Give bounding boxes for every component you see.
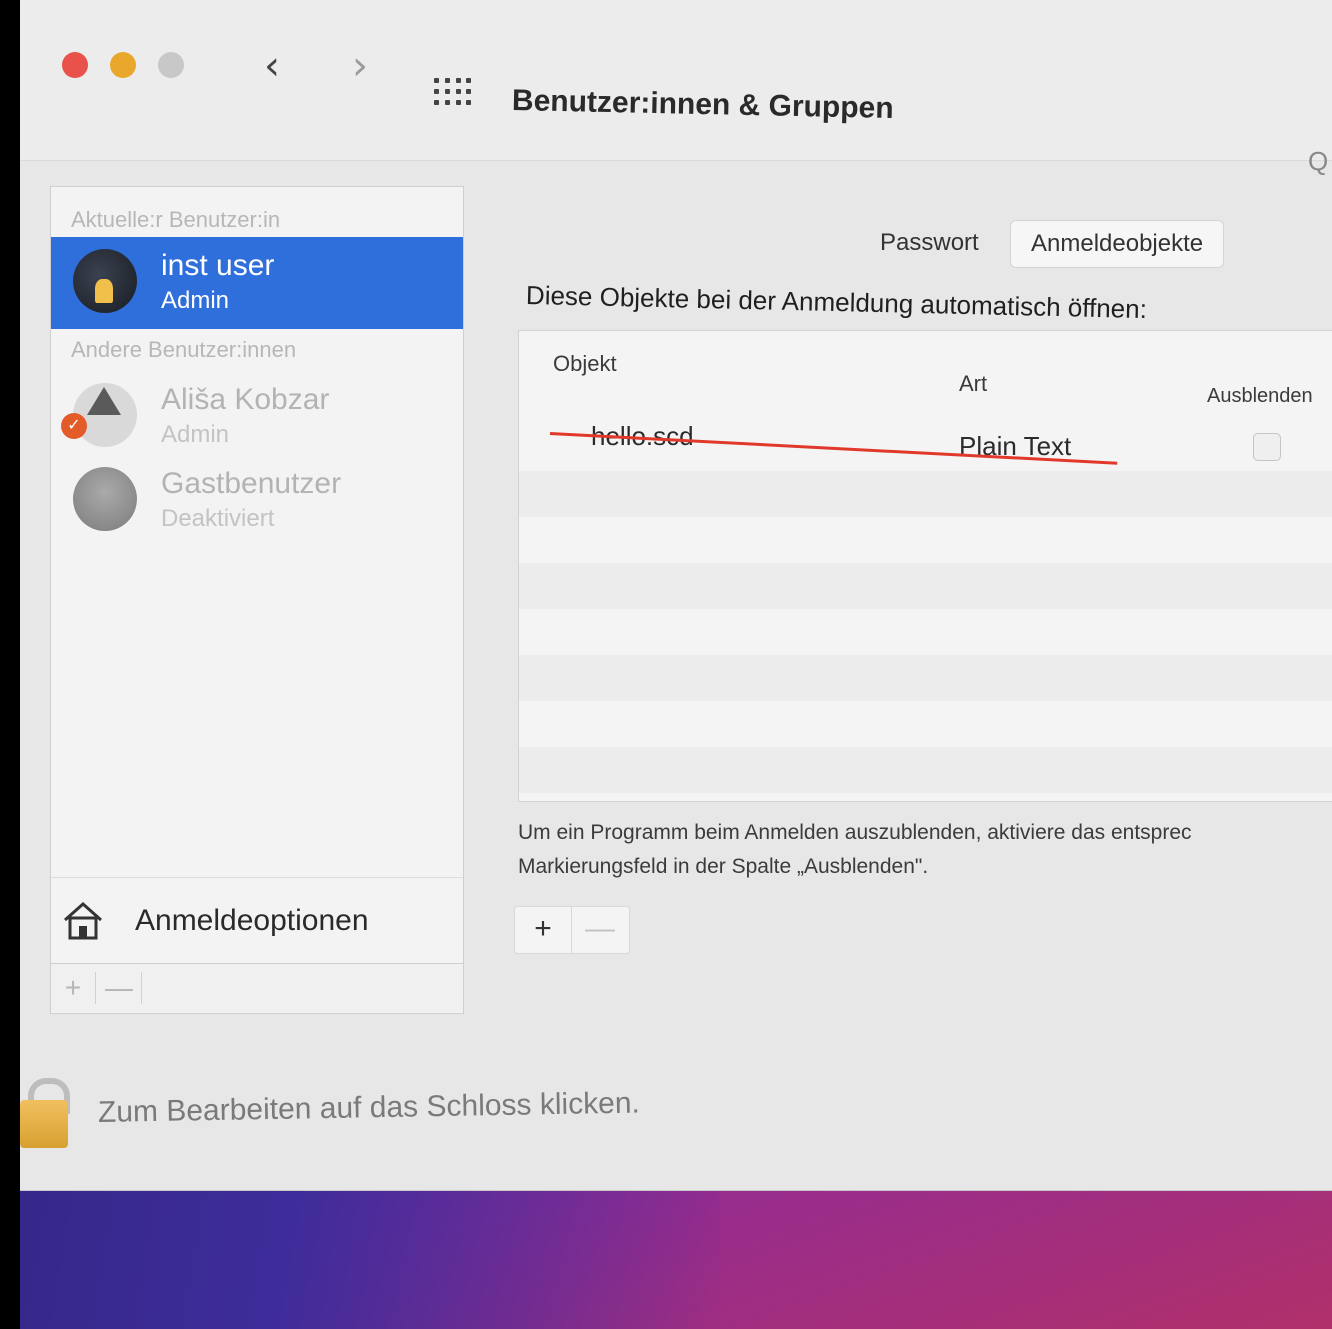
- help-text-line: Markierungsfeld in der Spalte „Ausblende…: [518, 855, 929, 878]
- current-user-section-label: Aktuelle:r Benutzer:in: [71, 207, 281, 232]
- users-sidebar: Aktuelle:r Benutzer:in inst user Admin A…: [50, 186, 464, 1014]
- tab-password[interactable]: Passwort: [860, 220, 999, 266]
- table-stripe: [519, 471, 1332, 517]
- user-row-alisa-kobzar[interactable]: ✓ Ališa Kobzar Admin: [51, 371, 463, 463]
- users-groups-window: ‹ › Benutzer:innen & Gruppen Q Aktuelle:…: [20, 0, 1332, 1191]
- help-text: Um ein Programm beim Anmelden auszublend…: [518, 816, 1332, 884]
- tab-login-items[interactable]: Anmeldeobjekte: [1010, 220, 1225, 268]
- forward-button[interactable]: ›: [342, 46, 378, 88]
- column-header-hide[interactable]: Ausblenden: [1207, 385, 1313, 408]
- table-stripe: [519, 563, 1332, 609]
- login-options-item[interactable]: Anmeldeoptionen: [51, 877, 463, 964]
- login-items-intro: Diese Objekte bei der Anmeldung automati…: [525, 280, 1148, 325]
- zoom-window-button[interactable]: [158, 52, 184, 78]
- table-stripe: [519, 655, 1332, 701]
- login-options-label: Anmeldeoptionen: [135, 904, 369, 937]
- sidebar-footer: + —: [51, 963, 463, 1012]
- user-name: inst user: [161, 249, 275, 282]
- login-items-table: Objekt Art Ausblenden hello.scd Plain Te…: [518, 330, 1332, 802]
- minimize-window-button[interactable]: [110, 52, 136, 78]
- title-bar: ‹ › Benutzer:innen & Gruppen Q: [20, 0, 1332, 176]
- user-role: Deaktiviert: [161, 505, 275, 532]
- lock-hint-text: Zum Bearbeiten auf das Schloss klicken.: [97, 1086, 641, 1129]
- user-name: Gastbenutzer: [161, 467, 342, 500]
- remove-user-button[interactable]: —: [97, 972, 142, 1004]
- add-user-button[interactable]: +: [51, 972, 96, 1004]
- back-button[interactable]: ‹: [254, 46, 290, 88]
- checkmark-badge-icon: ✓: [61, 413, 87, 439]
- user-row-inst-user[interactable]: inst user Admin: [51, 237, 463, 329]
- avatar: [73, 383, 137, 447]
- user-role: Admin: [161, 287, 230, 314]
- close-window-button[interactable]: [62, 52, 88, 78]
- column-header-object[interactable]: Objekt: [553, 351, 617, 377]
- hide-checkbox[interactable]: [1253, 433, 1281, 461]
- show-all-grid-icon[interactable]: [434, 78, 474, 108]
- add-login-item-button[interactable]: +: [515, 907, 572, 953]
- window-title: Benutzer:innen & Gruppen: [511, 84, 894, 125]
- table-row[interactable]: hello.scd Plain Text: [519, 411, 1332, 471]
- remove-login-item-button[interactable]: —: [572, 907, 628, 953]
- user-name: Ališa Kobzar: [161, 383, 330, 416]
- table-stripe: [519, 747, 1332, 793]
- lock-icon[interactable]: [20, 1100, 68, 1148]
- other-users-section-label: Andere Benutzer:innen: [71, 337, 297, 362]
- avatar: [73, 249, 137, 313]
- column-header-type[interactable]: Art: [959, 371, 987, 397]
- help-text-line: Um ein Programm beim Anmelden auszublend…: [518, 821, 1192, 844]
- avatar: [73, 467, 137, 531]
- user-row-guest[interactable]: Gastbenutzer Deaktiviert: [51, 455, 463, 547]
- user-role: Admin: [161, 421, 230, 448]
- login-items-add-remove: + —: [514, 906, 630, 954]
- main-panel: Passwort Anmeldeobjekte Diese Objekte be…: [460, 170, 1332, 1020]
- house-icon: [64, 901, 102, 940]
